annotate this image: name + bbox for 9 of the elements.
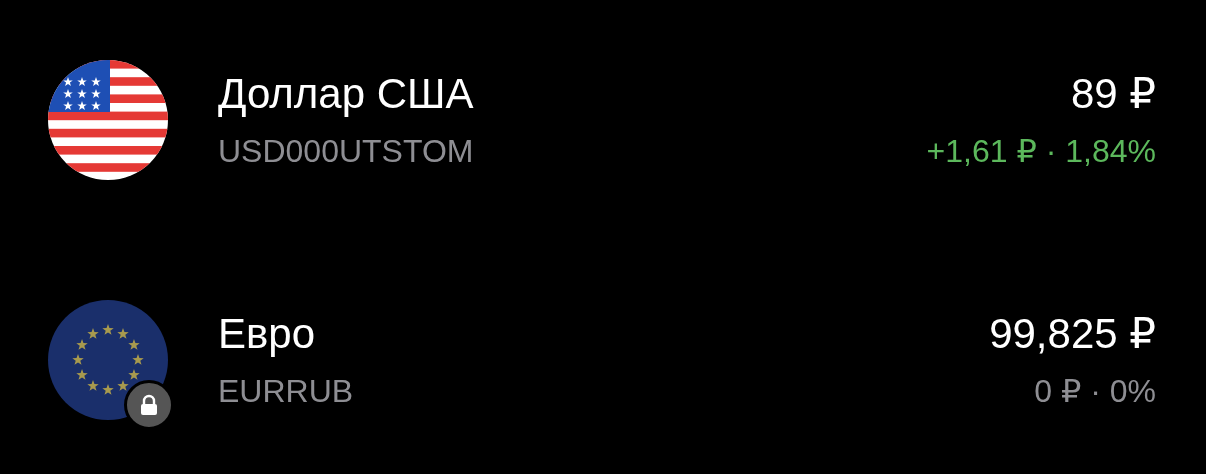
ticker-code: EURRUB (218, 372, 355, 410)
currency-name: Доллар США (218, 70, 475, 118)
price-change: 0 ₽ · 0% (1034, 372, 1156, 410)
currency-name: Евро (218, 310, 317, 358)
price-change: +1,61 ₽ · 1,84% (926, 132, 1156, 170)
lock-icon (139, 394, 159, 416)
price-value: 99,825 ₽ (989, 310, 1156, 358)
price-value: 89 ₽ (1070, 70, 1156, 118)
ticker-code: USD000UTSTOM (218, 132, 475, 170)
